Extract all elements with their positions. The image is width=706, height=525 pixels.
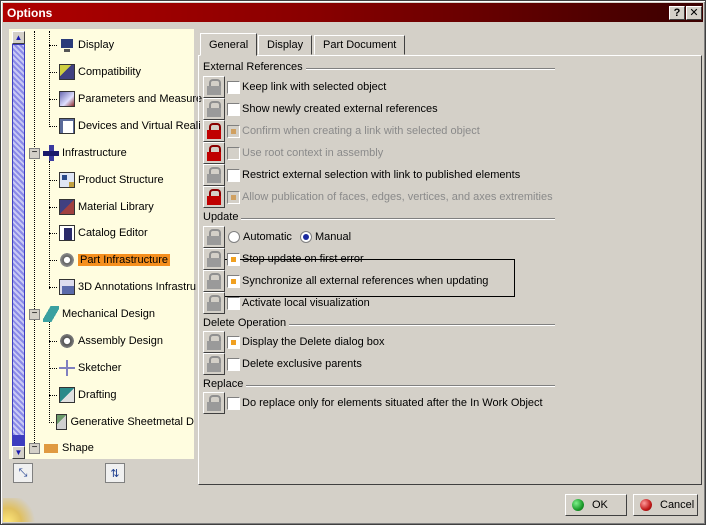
shape-collapse-toggle[interactable]: − bbox=[29, 443, 40, 454]
drafting-icon bbox=[59, 387, 75, 403]
scroll-down-button[interactable]: ▼ bbox=[12, 446, 25, 459]
confirm-link-checkbox bbox=[227, 125, 240, 138]
cancel-icon bbox=[640, 499, 652, 511]
external-references-heading: External References bbox=[203, 61, 306, 73]
display-icon bbox=[59, 37, 75, 53]
lock-icon[interactable] bbox=[203, 164, 225, 186]
product-structure-icon bbox=[59, 172, 75, 188]
lock-icon[interactable] bbox=[203, 248, 225, 270]
tree-item-drafting[interactable]: Drafting bbox=[49, 386, 117, 404]
restrict-selection-checkbox[interactable] bbox=[227, 169, 240, 182]
allow-publication-checkbox bbox=[227, 191, 240, 204]
tree-scrollbar[interactable]: ▲ ▼ bbox=[12, 31, 25, 459]
tree-item-mechanical-design[interactable]: Mechanical Design bbox=[43, 305, 155, 323]
show-new-references-checkbox[interactable] bbox=[227, 103, 240, 116]
keep-link-checkbox[interactable] bbox=[227, 81, 240, 94]
display-delete-dialog-checkbox[interactable] bbox=[227, 336, 240, 349]
tab-general[interactable]: General bbox=[200, 33, 258, 56]
replace-heading: Replace bbox=[203, 378, 247, 390]
scroll-up-button[interactable]: ▲ bbox=[12, 31, 25, 44]
tree-item-3d-annotations[interactable]: 3D Annotations Infrastru bbox=[49, 278, 196, 296]
material-library-icon bbox=[59, 199, 75, 215]
tree-item-shape[interactable]: Shape bbox=[43, 439, 94, 457]
local-visualization-checkbox[interactable] bbox=[227, 297, 240, 310]
replace-after-in-work-label: Do replace only for elements situated af… bbox=[242, 397, 543, 409]
tree-item-parameters[interactable]: Parameters and Measure bbox=[49, 90, 202, 108]
tree-item-sheetmetal[interactable]: Generative Sheetmetal D bbox=[49, 413, 194, 431]
collapse-tree-icon[interactable]: ⤡ bbox=[13, 463, 33, 483]
tree-item-product-structure[interactable]: Product Structure bbox=[49, 171, 164, 189]
parameters-icon bbox=[59, 91, 75, 107]
tree-item-material-library[interactable]: Material Library bbox=[49, 198, 154, 216]
synchronize-references-checkbox[interactable] bbox=[227, 275, 240, 288]
lock-icon[interactable] bbox=[203, 186, 225, 208]
lock-icon[interactable] bbox=[203, 292, 225, 314]
devices-icon bbox=[59, 118, 75, 134]
options-dialog: Options ? ✕ ▲ ▼ Display Compatibility Pa… bbox=[0, 0, 706, 525]
synchronize-references-label: Synchronize all external references when… bbox=[242, 275, 489, 287]
help-button[interactable]: ? bbox=[669, 6, 685, 20]
corner-logo bbox=[3, 498, 47, 522]
display-delete-dialog-label: Display the Delete dialog box bbox=[242, 336, 385, 348]
tree-item-compatibility[interactable]: Compatibility bbox=[49, 63, 141, 81]
keep-link-label: Keep link with selected object bbox=[242, 81, 387, 93]
infrastructure-icon bbox=[43, 145, 59, 161]
ok-icon bbox=[572, 499, 584, 511]
lock-icon[interactable] bbox=[203, 142, 225, 164]
reset-icon[interactable]: ⇅ bbox=[105, 463, 125, 483]
update-automatic-radio[interactable] bbox=[228, 231, 240, 243]
tree-item-part-infrastructure[interactable]: Part Infrastructure bbox=[49, 251, 171, 269]
local-visualization-label: Activate local visualization bbox=[242, 297, 370, 309]
tree-item-assembly-design[interactable]: Assembly Design bbox=[49, 332, 163, 350]
lock-icon[interactable] bbox=[203, 76, 225, 98]
lock-icon[interactable] bbox=[203, 120, 225, 142]
assembly-design-icon bbox=[59, 333, 75, 349]
delete-operation-heading: Delete Operation bbox=[203, 317, 290, 329]
delete-exclusive-parents-checkbox[interactable] bbox=[227, 358, 240, 371]
ok-button[interactable]: OK bbox=[565, 494, 627, 516]
annotations-icon bbox=[59, 279, 75, 295]
delete-exclusive-parents-label: Delete exclusive parents bbox=[242, 358, 362, 370]
tree-item-infrastructure[interactable]: Infrastructure bbox=[43, 144, 127, 162]
scroll-thumb[interactable] bbox=[13, 45, 24, 435]
lock-icon[interactable] bbox=[203, 226, 225, 248]
lock-icon[interactable] bbox=[203, 392, 225, 414]
confirm-link-label: Confirm when creating a link with select… bbox=[242, 125, 480, 137]
update-heading: Update bbox=[203, 211, 242, 223]
lock-icon[interactable] bbox=[203, 98, 225, 120]
restrict-selection-label: Restrict external selection with link to… bbox=[242, 169, 521, 181]
root-context-label: Use root context in assembly bbox=[242, 147, 384, 159]
tree-item-display[interactable]: Display bbox=[49, 36, 114, 54]
sheetmetal-icon bbox=[56, 414, 68, 430]
title-bar: Options ? ✕ bbox=[3, 3, 703, 22]
tab-display[interactable]: Display bbox=[258, 35, 313, 55]
lock-icon[interactable] bbox=[203, 353, 225, 375]
compatibility-icon bbox=[59, 64, 75, 80]
infrastructure-collapse-toggle[interactable]: − bbox=[29, 148, 40, 159]
stop-update-label: Stop update on first error bbox=[242, 253, 364, 265]
tree-item-devices[interactable]: Devices and Virtual Reali bbox=[49, 117, 201, 135]
shape-icon bbox=[43, 440, 59, 456]
show-new-references-label: Show newly created external references bbox=[242, 103, 438, 115]
mechanical-design-icon bbox=[43, 306, 59, 322]
catalog-editor-icon bbox=[59, 225, 75, 241]
tab-part-document[interactable]: Part Document bbox=[314, 35, 406, 55]
update-automatic-label: Automatic bbox=[243, 231, 292, 243]
replace-after-in-work-checkbox[interactable] bbox=[227, 397, 240, 410]
cancel-button[interactable]: Cancel bbox=[633, 494, 698, 516]
root-context-checkbox bbox=[227, 147, 240, 160]
lock-icon[interactable] bbox=[203, 270, 225, 292]
allow-publication-label: Allow publication of faces, edges, verti… bbox=[242, 191, 553, 203]
sketcher-icon bbox=[59, 360, 75, 376]
stop-update-checkbox[interactable] bbox=[227, 253, 240, 266]
tree-item-catalog-editor[interactable]: Catalog Editor bbox=[49, 224, 148, 242]
part-infrastructure-icon bbox=[59, 252, 75, 268]
mechanical-design-collapse-toggle[interactable]: − bbox=[29, 309, 40, 320]
close-button[interactable]: ✕ bbox=[686, 6, 702, 20]
tree-item-sketcher[interactable]: Sketcher bbox=[49, 359, 121, 377]
update-manual-label: Manual bbox=[315, 231, 352, 243]
lock-icon[interactable] bbox=[203, 331, 225, 353]
window-title: Options bbox=[7, 5, 53, 20]
update-manual-radio[interactable] bbox=[300, 231, 312, 243]
